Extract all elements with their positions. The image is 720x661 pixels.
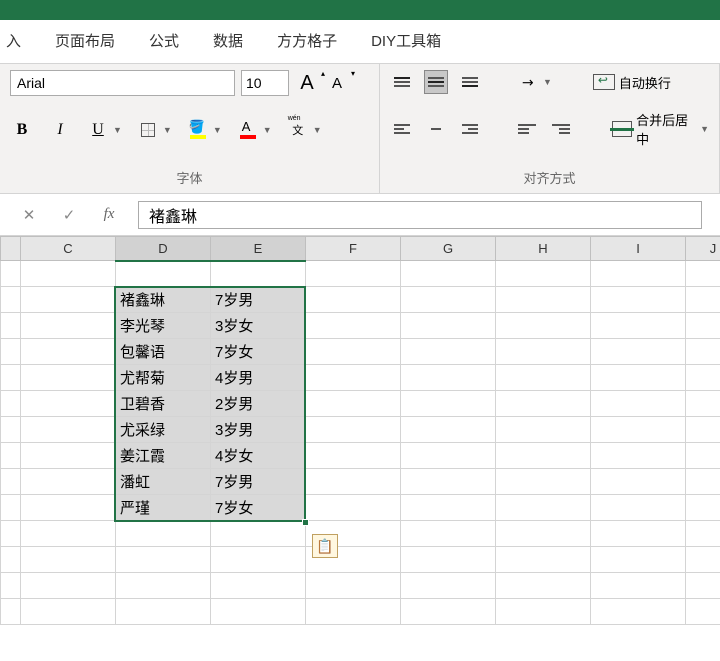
font-color-button[interactable]: A — [236, 118, 260, 142]
table-row: 尤帮菊4岁男 — [1, 365, 720, 391]
cell[interactable]: 卫碧香 — [116, 391, 211, 417]
fill-handle[interactable] — [302, 519, 309, 526]
table-row: 姜江霞4岁女 — [1, 443, 720, 469]
underline-button[interactable]: U — [86, 118, 110, 142]
cell[interactable]: 7岁女 — [211, 495, 306, 521]
confirm-icon[interactable]: ✓ — [58, 204, 80, 226]
chevron-down-icon[interactable]: ▼ — [543, 77, 552, 87]
column-header[interactable]: G — [401, 237, 496, 261]
table-row — [1, 261, 720, 287]
chevron-down-icon[interactable]: ▼ — [700, 124, 709, 134]
chevron-down-icon[interactable]: ▼ — [213, 125, 222, 135]
decrease-font-button[interactable]: A▾ — [325, 71, 349, 95]
spreadsheet-grid[interactable]: C D E F G H I J 褚鑫琳7岁男 李光琴3岁女 包馨语7岁女 尤帮菊… — [0, 236, 720, 625]
wrap-text-button[interactable]: 自动换行 — [590, 70, 674, 94]
cell[interactable]: 4岁男 — [211, 365, 306, 391]
cell[interactable]: 潘虹 — [116, 469, 211, 495]
table-row: 李光琴3岁女 — [1, 313, 720, 339]
font-size-select[interactable] — [241, 70, 289, 96]
cell[interactable]: 7岁男 — [211, 469, 306, 495]
align-center-button[interactable] — [424, 117, 448, 141]
merge-center-button[interactable]: 合并后居中 — [609, 117, 697, 141]
cell[interactable]: 褚鑫琳 — [116, 287, 211, 313]
align-right-button[interactable] — [458, 117, 482, 141]
group-label: 对齐方式 — [390, 164, 709, 189]
cell[interactable]: 包馨语 — [116, 339, 211, 365]
fill-color-button[interactable]: 🪣 — [186, 118, 210, 142]
chevron-down-icon[interactable]: ▼ — [263, 125, 272, 135]
align-left-button[interactable] — [390, 117, 414, 141]
cell[interactable]: 严瑾 — [116, 495, 211, 521]
cell[interactable]: 姜江霞 — [116, 443, 211, 469]
borders-button[interactable] — [136, 118, 160, 142]
cell[interactable]: 3岁女 — [211, 313, 306, 339]
table-row — [1, 521, 720, 547]
orientation-button[interactable]: ↗ — [516, 70, 540, 94]
align-top-button[interactable] — [390, 70, 414, 94]
column-header[interactable]: F — [306, 237, 401, 261]
font-name-select[interactable] — [10, 70, 235, 96]
fx-icon[interactable]: fx — [98, 204, 120, 226]
column-headers-row: C D E F G H I J — [1, 237, 720, 261]
column-header[interactable]: H — [496, 237, 591, 261]
group-label: 字体 — [10, 164, 369, 189]
font-group: A▴ A▾ B I U ▼ ▼ 🪣 ▼ A ▼ wén文 — [0, 64, 380, 193]
menu-item[interactable]: 数据 — [213, 30, 243, 51]
bold-button[interactable]: B — [10, 118, 34, 142]
menu-item[interactable]: 入 — [6, 30, 21, 51]
increase-font-button[interactable]: A▴ — [295, 71, 319, 95]
menu-item[interactable]: 页面布局 — [55, 30, 115, 51]
table-row: 尤采绿3岁男 — [1, 417, 720, 443]
cell[interactable]: 尤帮菊 — [116, 365, 211, 391]
cancel-icon[interactable]: ✕ — [18, 204, 40, 226]
column-header[interactable]: C — [21, 237, 116, 261]
column-header[interactable]: I — [591, 237, 686, 261]
column-header[interactable]: E — [211, 237, 306, 261]
menu-item[interactable]: 公式 — [149, 30, 179, 51]
corner-cell[interactable] — [1, 237, 21, 261]
cell[interactable]: 尤采绿 — [116, 417, 211, 443]
paste-options-button[interactable]: 📋 — [312, 534, 338, 558]
table-row: 褚鑫琳7岁男 — [1, 287, 720, 313]
phonetic-button[interactable]: wén文 — [286, 118, 310, 142]
table-row: 包馨语7岁女 — [1, 339, 720, 365]
table-row — [1, 547, 720, 573]
table-row — [1, 573, 720, 599]
align-bottom-button[interactable] — [458, 70, 482, 94]
cell[interactable]: 7岁女 — [211, 339, 306, 365]
formula-input[interactable] — [138, 201, 702, 229]
chevron-down-icon[interactable]: ▼ — [113, 125, 122, 135]
formula-bar: ✕ ✓ fx — [0, 194, 720, 236]
table-row: 潘虹7岁男 — [1, 469, 720, 495]
column-header[interactable]: J — [686, 237, 720, 261]
title-bar — [0, 0, 720, 20]
alignment-group: ↗ ▼ 自动换行 合并后居中 ▼ 对齐方式 — [380, 64, 720, 193]
menu-item[interactable]: 方方格子 — [277, 30, 337, 51]
cell[interactable]: 2岁男 — [211, 391, 306, 417]
column-header[interactable]: D — [116, 237, 211, 261]
table-row: 卫碧香2岁男 — [1, 391, 720, 417]
chevron-down-icon[interactable]: ▼ — [313, 125, 322, 135]
ribbon: A▴ A▾ B I U ▼ ▼ 🪣 ▼ A ▼ wén文 — [0, 64, 720, 194]
table-row: 严瑾7岁女 — [1, 495, 720, 521]
cell[interactable]: 李光琴 — [116, 313, 211, 339]
decrease-indent-button[interactable] — [515, 117, 539, 141]
menu-bar: 入 页面布局 公式 数据 方方格子 DIY工具箱 — [0, 20, 720, 64]
cell[interactable]: 3岁男 — [211, 417, 306, 443]
cell[interactable]: 4岁女 — [211, 443, 306, 469]
chevron-down-icon[interactable]: ▼ — [163, 125, 172, 135]
italic-button[interactable]: I — [48, 118, 72, 142]
table-row — [1, 599, 720, 625]
increase-indent-button[interactable] — [549, 117, 573, 141]
align-middle-button[interactable] — [424, 70, 448, 94]
menu-item[interactable]: DIY工具箱 — [371, 30, 441, 51]
cell[interactable]: 7岁男 — [211, 287, 306, 313]
